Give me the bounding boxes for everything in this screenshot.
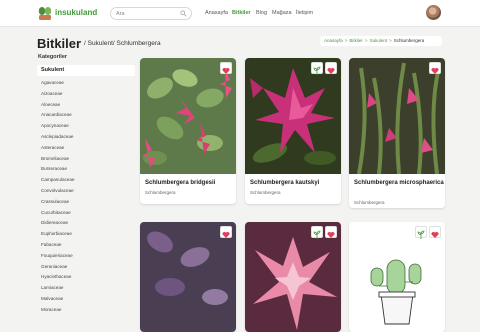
- nav-iletisim[interactable]: İletişim: [296, 10, 313, 16]
- sidebar-item[interactable]: Euphorbiaceae: [41, 229, 74, 240]
- sidebar-item[interactable]: Bromeliaceae: [41, 154, 74, 165]
- plant-genus: Schlumbergera: [145, 190, 176, 195]
- favorite-button[interactable]: [325, 226, 337, 238]
- sidebar-item[interactable]: Aizoaceae: [41, 89, 74, 100]
- sidebar-item[interactable]: Asclepiadaceae: [41, 132, 74, 143]
- page-title: Bitkiler: [37, 36, 82, 51]
- sidebar-item[interactable]: Crassulaceae: [41, 197, 74, 208]
- sidebar-heading: Kategoriler: [38, 54, 68, 60]
- sidebar-item[interactable]: Fouquieriaceae: [41, 251, 74, 262]
- plant-card[interactable]: Schlumbergera kautskyi Schlumbergera: [245, 58, 341, 204]
- plant-card[interactable]: [349, 222, 445, 332]
- sidebar-item[interactable]: Burseraceae: [41, 164, 74, 175]
- breadcrumb-current: Schlumbergera: [393, 38, 425, 43]
- sidebar-item[interactable]: Agavaceae: [41, 78, 74, 89]
- search-box: [110, 7, 192, 20]
- page-subtitle: / Sukulent/ Schlumbergera: [84, 40, 161, 47]
- plant-icon: [313, 66, 321, 75]
- sidebar-item[interactable]: Anacardiaceae: [41, 110, 74, 121]
- breadcrumb-separator: >: [364, 38, 368, 43]
- plant-button[interactable]: [311, 62, 323, 75]
- sidebar-item[interactable]: Aloeceae: [41, 100, 74, 111]
- sidebar-item[interactable]: Campanulaceae: [41, 175, 74, 186]
- plant-card[interactable]: Schlumbergera microsphaerica Schlumberge…: [349, 58, 445, 208]
- plant-name: Schlumbergera bridgesii: [145, 180, 216, 186]
- sidebar-item-active[interactable]: Sukulent: [37, 65, 135, 76]
- heart-icon: [327, 231, 335, 238]
- sidebar-item[interactable]: Malvaceae: [41, 294, 74, 305]
- plant-genus: Schlumbergera: [354, 200, 385, 205]
- top-navigation: insukuland Anasayfa Bitkiler Blog Mağaza…: [0, 0, 480, 27]
- plant-icon: [313, 230, 321, 239]
- breadcrumb-home[interactable]: Anasayfa: [324, 38, 343, 43]
- nav-bitkiler[interactable]: Bitkiler: [232, 10, 251, 16]
- sidebar-category-list: Agavaceae Aizoaceae Aloeceae Anacardiace…: [41, 78, 74, 316]
- nav-blog[interactable]: Blog: [256, 10, 267, 16]
- sidebar-item[interactable]: Convolvulaceae: [41, 186, 74, 197]
- heart-icon: [222, 231, 230, 238]
- nav-anasayfa[interactable]: Anasayfa: [205, 10, 228, 16]
- plant-card[interactable]: [140, 222, 236, 332]
- breadcrumb: Anasayfa > Bitkiler > Sukulent > Schlumbergera: [320, 36, 442, 46]
- brand-name[interactable]: insukuland: [55, 8, 97, 17]
- sidebar-active-label: Sukulent: [41, 67, 65, 73]
- plant-name: Schlumbergera kautskyi: [250, 180, 320, 186]
- favorite-button[interactable]: [325, 62, 337, 74]
- search-input[interactable]: [116, 8, 178, 19]
- plant-button[interactable]: [311, 226, 323, 239]
- sidebar-item[interactable]: Apocynaceae: [41, 121, 74, 132]
- sidebar-item[interactable]: Geraniaceae: [41, 262, 74, 273]
- heart-icon: [222, 67, 230, 74]
- breadcrumb-separator: >: [389, 38, 392, 43]
- plant-genus: Schlumbergera: [250, 190, 281, 195]
- user-avatar[interactable]: [426, 5, 441, 20]
- sidebar-item[interactable]: Asteraceae: [41, 143, 74, 154]
- favorite-button[interactable]: [429, 226, 441, 238]
- sidebar-item[interactable]: Didiereaceae: [41, 218, 74, 229]
- sidebar-item[interactable]: Fabaceae: [41, 240, 74, 251]
- plant-card[interactable]: Schlumbergera bridgesii Schlumbergera: [140, 58, 236, 204]
- breadcrumb-succulent[interactable]: Sukulent: [370, 38, 388, 43]
- favorite-button[interactable]: [429, 62, 441, 74]
- plant-name: Schlumbergera microsphaerica: [354, 180, 444, 186]
- sidebar-item[interactable]: Lamiaceae: [41, 283, 74, 294]
- favorite-button[interactable]: [220, 226, 232, 238]
- heart-icon: [327, 67, 335, 74]
- heart-icon: [431, 231, 439, 238]
- sidebar-item[interactable]: Cucurbitaceae: [41, 208, 74, 219]
- plant-icon: [417, 230, 425, 239]
- breadcrumb-plants[interactable]: Bitkiler: [349, 38, 363, 43]
- nav-magaza[interactable]: Mağaza: [272, 10, 292, 16]
- sidebar-item[interactable]: Moraceae: [41, 305, 74, 316]
- plant-button[interactable]: [415, 226, 427, 239]
- search-icon[interactable]: [180, 10, 187, 17]
- sidebar-item[interactable]: Hyacinthaceae: [41, 272, 74, 283]
- brand-logo[interactable]: [37, 5, 53, 21]
- plant-card[interactable]: [245, 222, 341, 332]
- favorite-button[interactable]: [220, 62, 232, 74]
- heart-icon: [431, 67, 439, 74]
